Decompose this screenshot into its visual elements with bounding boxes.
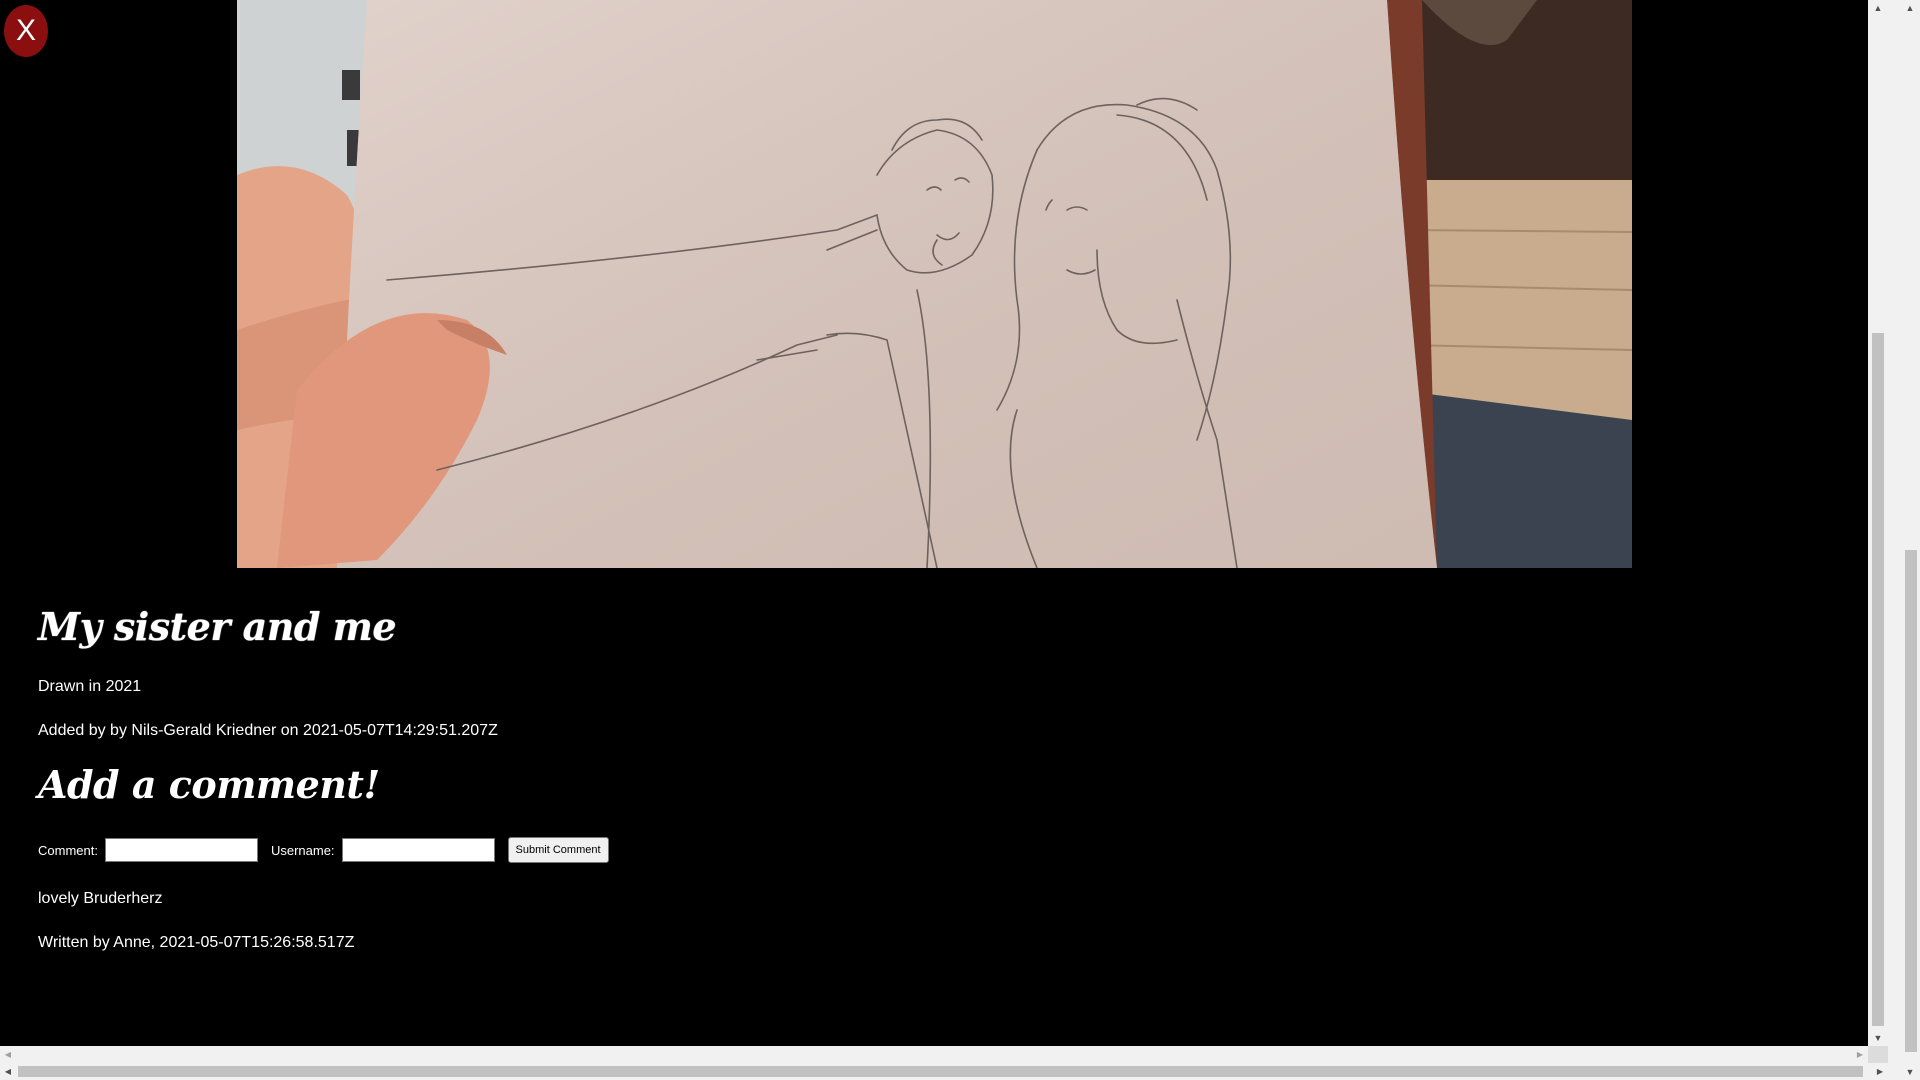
comment-meta: Written by Anne, 2021-05-07T15:26:58.517…	[38, 934, 355, 951]
arrow-left-icon[interactable]: ◀	[0, 1063, 16, 1080]
artwork-added-info: Added by by Nils-Gerald Kriedner on 2021…	[38, 722, 498, 739]
arrow-up-icon[interactable]: ▲	[1900, 0, 1920, 16]
artwork-title: My sister and me	[38, 604, 397, 649]
comment-heading: Add a comment!	[38, 762, 380, 807]
comment-form: Comment: Username: Submit Comment	[38, 837, 609, 863]
arrow-right-icon[interactable]: ▶	[1872, 1063, 1888, 1080]
modal-scroll-thumb[interactable]	[1872, 333, 1884, 1026]
modal-horizontal-scrollbar[interactable]: ◀ ▶	[0, 1046, 1868, 1063]
arrow-up-icon[interactable]: ▲	[1868, 0, 1888, 16]
arrow-down-icon[interactable]: ▼	[1868, 1030, 1888, 1046]
modal-vertical-scrollbar[interactable]: ▲ ▼	[1868, 0, 1888, 1046]
username-label: Username:	[270, 842, 335, 858]
close-button[interactable]: X	[4, 5, 48, 57]
close-icon: X	[15, 14, 36, 47]
modal-overlay: X My sister and me Drawn in 2021 Added b…	[0, 0, 1868, 1046]
comment-input[interactable]	[104, 838, 258, 862]
page-scroll-thumb[interactable]	[1905, 550, 1917, 1052]
page-horizontal-scrollbar[interactable]: ◀ ▶	[0, 1063, 1888, 1080]
scrollbar-corner	[1868, 1046, 1888, 1063]
artwork-image	[237, 0, 1632, 568]
arrow-right-icon[interactable]: ▶	[1852, 1046, 1868, 1063]
artwork-description: Drawn in 2021	[38, 678, 142, 695]
comment-text: lovely Bruderherz	[38, 890, 163, 907]
page-vertical-scrollbar[interactable]: ▲ ▼	[1888, 0, 1920, 1080]
arrow-left-icon[interactable]: ◀	[0, 1046, 16, 1063]
arrow-down-icon[interactable]: ▼	[1900, 1064, 1920, 1080]
page-hscroll-thumb[interactable]	[18, 1066, 1863, 1077]
submit-comment-button[interactable]: Submit Comment	[507, 837, 609, 863]
username-input[interactable]	[341, 838, 495, 862]
comment-label: Comment:	[38, 842, 98, 858]
artwork-photo	[237, 0, 1632, 568]
